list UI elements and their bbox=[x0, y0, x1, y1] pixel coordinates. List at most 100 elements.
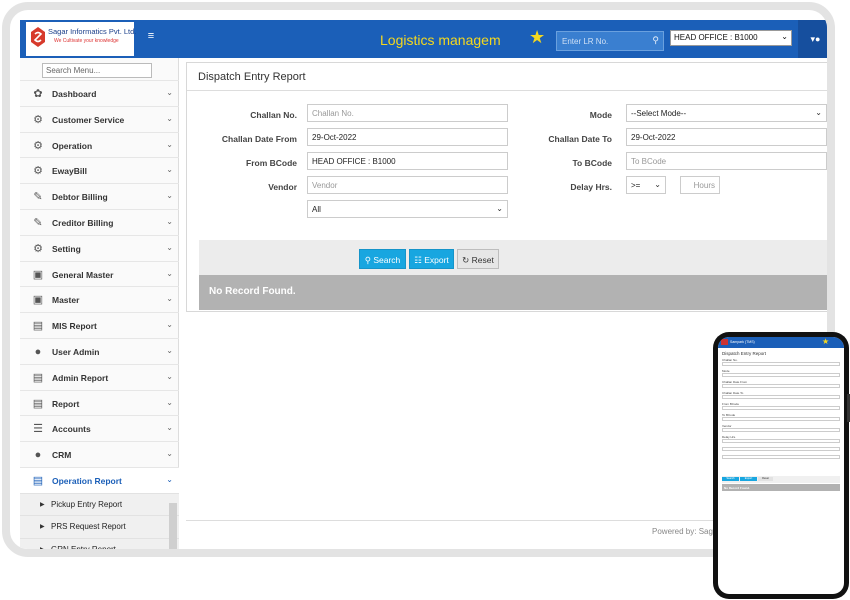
bar-chart-icon: ▤ bbox=[32, 371, 44, 384]
file-icon: ☷ bbox=[414, 255, 425, 265]
phone-reset-button[interactable]: Reset bbox=[758, 477, 773, 481]
chevron-down-icon: ⌄ bbox=[166, 345, 173, 355]
office-select-value: HEAD OFFICE : B1000 bbox=[674, 33, 758, 42]
sidebar-item-customer-service[interactable]: ⚙ Customer Service ⌄ bbox=[20, 105, 179, 132]
app-title: Logistics managem bbox=[380, 32, 501, 48]
sidebar-item-general-master[interactable]: ▣ General Master ⌄ bbox=[20, 260, 179, 287]
submenu-item-prs-request-report[interactable]: ▶ PRS Request Report bbox=[20, 515, 179, 538]
mode-select-value: --Select Mode-- bbox=[631, 109, 687, 118]
sidebar-item-admin-report[interactable]: ▤ Admin Report ⌄ bbox=[20, 363, 179, 390]
edit-icon: ✎ bbox=[33, 191, 43, 204]
sidebar-item-master[interactable]: ▣ Master ⌄ bbox=[20, 286, 179, 312]
phone-field-input[interactable] bbox=[722, 362, 840, 366]
sidebar-item-debtor-billing[interactable]: ✎ Debtor Billing ⌄ bbox=[20, 183, 179, 209]
sidebar-menu: ✿ Dashboard ⌄ ⚙ Customer Service ⌄ ⚙ Operatio… bbox=[20, 80, 179, 549]
company-logo[interactable]: Sagar Informatics Pvt. Ltd. We Cultivate… bbox=[26, 22, 137, 56]
phone-export-button[interactable]: Export bbox=[740, 477, 757, 481]
delay-operator-select[interactable]: >= ⌄ bbox=[626, 176, 666, 194]
phone-search-button[interactable]: Search bbox=[722, 477, 739, 481]
challan-date-to-input[interactable]: 29-Oct-2022 bbox=[626, 128, 827, 146]
sidebar-item-accounts[interactable]: ☰ Accounts ⌄ bbox=[20, 415, 179, 441]
phone-field-input[interactable] bbox=[722, 395, 840, 399]
vendor-label: Vendor bbox=[268, 182, 297, 192]
gear-icon: ⚙ bbox=[33, 113, 43, 126]
mode-select[interactable]: --Select Mode-- ⌄ bbox=[626, 104, 827, 122]
bar-chart-icon: ▤ bbox=[32, 320, 44, 333]
reset-button[interactable]: ↻ Reset bbox=[457, 249, 499, 269]
challan-date-from-label: Challan Date From bbox=[221, 134, 297, 144]
gear-icon: ⚙ bbox=[33, 165, 43, 178]
phone-field-input[interactable] bbox=[722, 447, 840, 451]
app-screen: Sagar Informatics Pvt. Ltd. We Cultivate… bbox=[20, 20, 827, 549]
sidebar-item-ewaybill[interactable]: ⚙ EwayBill ⌄ bbox=[20, 157, 179, 183]
phone-field-input[interactable] bbox=[722, 455, 840, 459]
to-bcode-input[interactable]: To BCode bbox=[626, 152, 827, 170]
menu-search-input[interactable]: Search Menu... bbox=[42, 63, 152, 78]
all-select[interactable]: All ⌄ bbox=[307, 200, 508, 218]
chevron-down-icon: ⌄ bbox=[166, 165, 173, 175]
challan-date-from-input[interactable]: 29-Oct-2022 bbox=[307, 128, 508, 146]
gear-icon: ⚙ bbox=[33, 242, 43, 255]
briefcase-icon: ▣ bbox=[32, 294, 44, 307]
no-record-text: No Record Found. bbox=[209, 286, 296, 297]
submenu-item-pickup-entry-report[interactable]: ▶ Pickup Entry Report bbox=[20, 492, 179, 516]
phone-star-icon[interactable]: ★ bbox=[822, 337, 829, 346]
user-menu-button[interactable]: ▾● bbox=[798, 20, 827, 58]
company-tagline: We Cultivate your knowledge bbox=[54, 38, 119, 44]
chevron-down-icon: ⌄ bbox=[496, 204, 503, 213]
sidebar-item-report[interactable]: ▤ Report ⌄ bbox=[20, 389, 179, 416]
chevron-down-icon: ⌄ bbox=[166, 294, 173, 304]
sidebar-item-setting[interactable]: ⚙ Setting ⌄ bbox=[20, 234, 179, 261]
export-button[interactable]: ☷ Export bbox=[409, 249, 454, 269]
search-button[interactable]: ⚲ Search bbox=[359, 249, 406, 269]
user-icon: ▾● bbox=[810, 34, 821, 44]
divider bbox=[187, 90, 827, 91]
user-icon: ● bbox=[34, 345, 42, 358]
hamburger-icon[interactable]: ≡ bbox=[146, 30, 156, 42]
briefcase-icon: ▣ bbox=[32, 268, 44, 281]
sidebar-item-user-admin[interactable]: ● User Admin ⌄ bbox=[20, 337, 179, 364]
bar-chart-icon: ▤ bbox=[32, 397, 44, 410]
company-name: Sagar Informatics Pvt. Ltd. bbox=[48, 27, 137, 36]
page-title: Dispatch Entry Report bbox=[198, 71, 306, 83]
challan-date-to-label: Challan Date To bbox=[548, 134, 612, 144]
chevron-down-icon: ⌄ bbox=[166, 216, 173, 226]
chevron-down-icon: ⌄ bbox=[166, 397, 173, 407]
chevron-down-icon: ⌄ bbox=[166, 139, 173, 149]
mode-label: Mode bbox=[589, 110, 612, 120]
chevron-down-icon: ⌄ bbox=[166, 88, 173, 97]
vendor-input[interactable]: Vendor bbox=[307, 176, 508, 194]
sidebar-item-dashboard[interactable]: ✿ Dashboard ⌄ bbox=[20, 80, 179, 106]
chevron-down-icon: ⌄ bbox=[781, 32, 788, 41]
phone-field-input[interactable] bbox=[722, 373, 840, 377]
bar-chart-icon: ▤ bbox=[32, 474, 44, 487]
lr-search-input[interactable] bbox=[557, 32, 647, 50]
sidebar-scrollbar[interactable] bbox=[169, 503, 177, 549]
phone-field-input[interactable] bbox=[722, 417, 840, 421]
sidebar-item-operation[interactable]: ⚙ Operation ⌄ bbox=[20, 131, 179, 158]
phone-field-input[interactable] bbox=[722, 384, 840, 388]
caret-right-icon: ▶ bbox=[40, 501, 45, 508]
chevron-down-icon: ⌄ bbox=[654, 180, 661, 189]
phone-field-input[interactable] bbox=[722, 406, 840, 410]
phone-screen: Sampark (TMS) ★ Dispatch Entry Report Ch… bbox=[718, 337, 844, 594]
from-bcode-input[interactable]: HEAD OFFICE : B1000 bbox=[307, 152, 508, 170]
phone-action-bar: Search Export Reset bbox=[722, 476, 840, 483]
submenu-item-grn-entry-report[interactable]: ▶ GRN Entry Report bbox=[20, 537, 179, 549]
sidebar-item-crm[interactable]: ● CRM ⌄ bbox=[20, 441, 179, 467]
phone-field-input[interactable] bbox=[722, 439, 840, 443]
sidebar-item-mis-report[interactable]: ▤ MIS Report ⌄ bbox=[20, 312, 179, 338]
phone-mockup: Sampark (TMS) ★ Dispatch Entry Report Ch… bbox=[713, 332, 850, 599]
challan-no-input[interactable]: Challan No. bbox=[307, 104, 508, 122]
users-icon: ● bbox=[34, 449, 42, 462]
caret-right-icon: ▶ bbox=[40, 524, 45, 531]
sidebar-item-operation-report[interactable]: ▤ Operation Report ⌄ bbox=[20, 466, 179, 493]
hours-input[interactable]: Hours bbox=[680, 176, 720, 194]
office-select[interactable]: HEAD OFFICE : B1000 ⌄ bbox=[670, 30, 792, 46]
search-icon[interactable]: ⚲ bbox=[652, 35, 659, 46]
star-icon[interactable]: ★ bbox=[529, 27, 545, 47]
phone-field-input[interactable] bbox=[722, 428, 840, 432]
to-bcode-label: To BCode bbox=[572, 158, 612, 168]
palette-icon: ✿ bbox=[33, 88, 43, 100]
sidebar-item-creditor-billing[interactable]: ✎ Creditor Billing ⌄ bbox=[20, 208, 179, 235]
